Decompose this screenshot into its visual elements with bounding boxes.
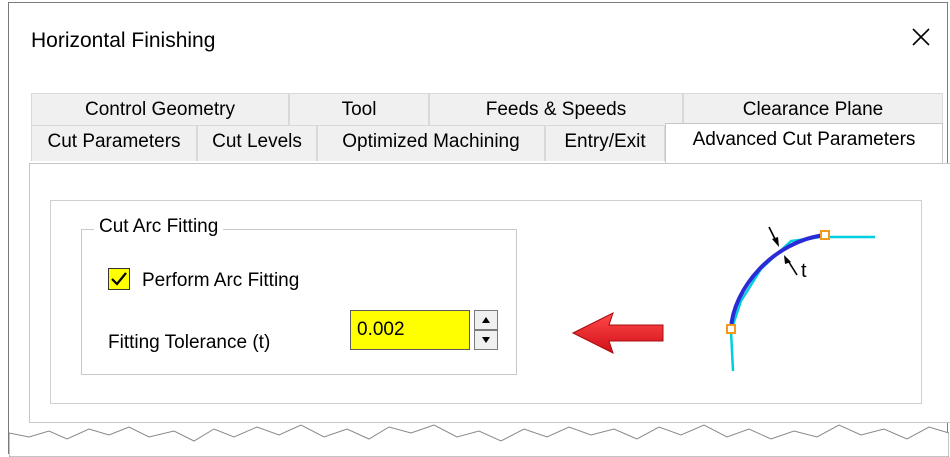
spin-up-button[interactable]: [474, 310, 498, 330]
tab-label: Advanced Cut Parameters: [692, 129, 916, 150]
tab-label: Entry/Exit: [564, 131, 646, 152]
triangle-down-icon: [482, 337, 490, 343]
tab-label: Tool: [341, 99, 377, 120]
triangle-up-icon: [482, 317, 490, 323]
tab-label: Clearance Plane: [742, 99, 884, 120]
fitting-tolerance-input[interactable]: [350, 310, 470, 350]
tab-advanced-cut-parameters[interactable]: Advanced Cut Parameters: [665, 123, 943, 163]
title-bar: Horizontal Finishing: [9, 3, 947, 75]
perform-arc-fitting-checkbox[interactable]: [108, 268, 130, 290]
tolerance-t-label: t: [801, 260, 807, 282]
tab-panel: Cut Arc Fitting Perform Arc Fitting Fitt…: [29, 163, 950, 423]
tab-label: Cut Levels: [212, 131, 302, 152]
tab-feeds-speeds[interactable]: Feeds & Speeds: [429, 93, 683, 125]
cut-arc-fitting-group: Cut Arc Fitting Perform Arc Fitting Fitt…: [81, 216, 517, 375]
tab-label: Control Geometry: [85, 99, 235, 120]
close-icon[interactable]: [905, 21, 937, 53]
group-title: Cut Arc Fitting: [94, 216, 224, 238]
tab-cut-levels[interactable]: Cut Levels: [197, 125, 317, 161]
red-arrow-icon: [571, 312, 664, 354]
fitting-tolerance-label: Fitting Tolerance (t): [108, 332, 271, 353]
tab-optimized-machining[interactable]: Optimized Machining: [317, 125, 545, 161]
dialog-window: Horizontal Finishing Control Geometry To…: [8, 2, 950, 457]
checkmark-icon: [111, 272, 127, 286]
arc-end-point: [820, 230, 830, 240]
arc-start-point: [726, 324, 736, 334]
arc-fitting-diagram: t: [726, 226, 875, 372]
tab-tool[interactable]: Tool: [289, 93, 429, 125]
tab-strip: Control Geometry Tool Feeds & Speeds Cle…: [9, 87, 947, 167]
tab-clearance-plane[interactable]: Clearance Plane: [683, 93, 943, 125]
spin-down-button[interactable]: [474, 330, 498, 350]
tab-cut-parameters[interactable]: Cut Parameters: [31, 125, 197, 161]
perform-arc-fitting-label[interactable]: Perform Arc Fitting: [142, 270, 299, 292]
tab-label: Feeds & Speeds: [485, 99, 627, 120]
tab-label: Optimized Machining: [342, 131, 520, 152]
tab-control-geometry[interactable]: Control Geometry: [31, 93, 289, 125]
tab-label: Cut Parameters: [47, 131, 181, 152]
window-title: Horizontal Finishing: [31, 29, 216, 52]
content-frame: Cut Arc Fitting Perform Arc Fitting Fitt…: [50, 200, 922, 404]
tab-entry-exit[interactable]: Entry/Exit: [545, 125, 665, 161]
